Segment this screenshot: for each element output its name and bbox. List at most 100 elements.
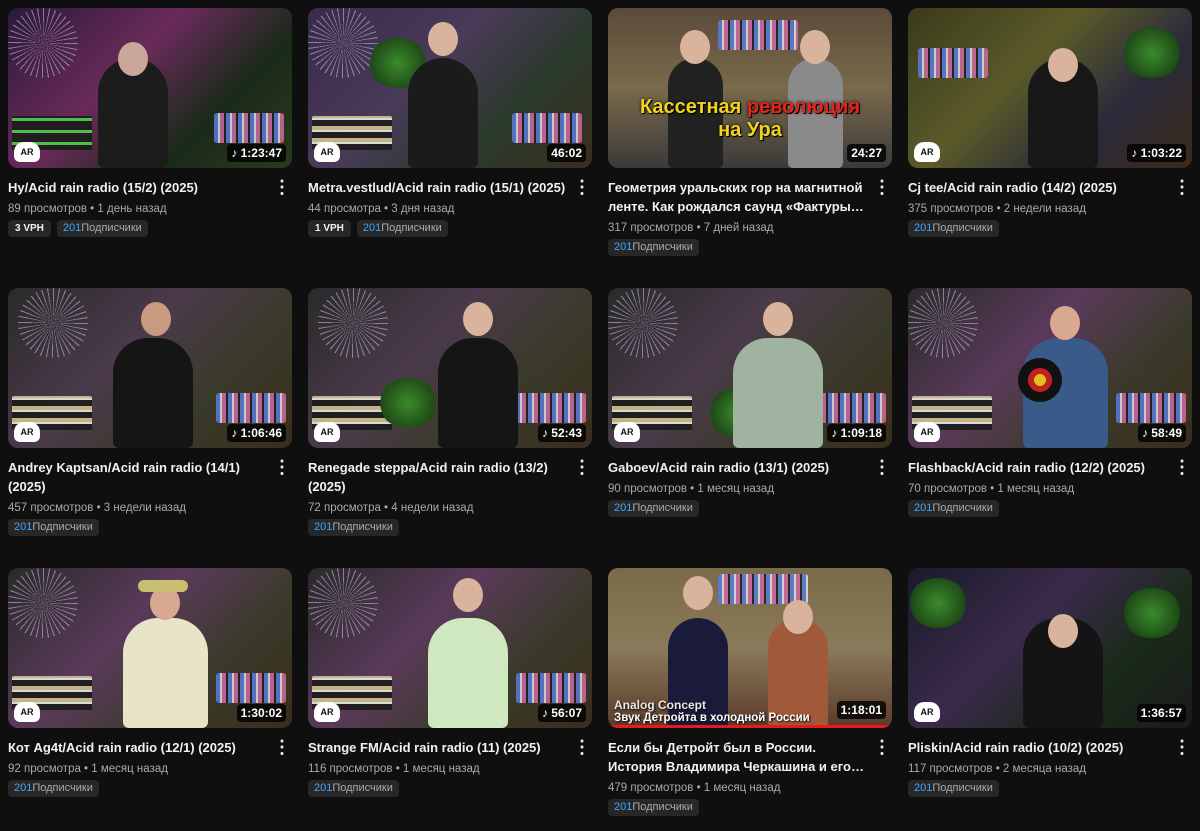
channel-logo-icon: AR (914, 422, 940, 442)
subscribers-badge: 201Подписчики (608, 239, 699, 256)
video-title[interactable]: Renegade steppa/Acid rain radio (13/2) (… (308, 458, 568, 496)
more-options-icon[interactable]: ⋮ (272, 738, 292, 760)
duration-badge: ♪ 52:43 (537, 424, 586, 442)
subscribers-count: 201 (614, 502, 633, 514)
more-options-icon[interactable]: ⋮ (872, 738, 892, 760)
subscribers-label: Подписчики (332, 521, 393, 533)
duration-badge: ♪ 1:23:47 (227, 144, 286, 162)
subscribers-badge: 201Подписчики (308, 780, 399, 797)
video-card[interactable]: AR ♪ 52:43 Renegade steppa/Acid rain rad… (308, 288, 592, 568)
video-thumbnail[interactable]: AR ♪ 1:06:46 (8, 288, 292, 448)
video-card[interactable]: AR 1:36:57 Pliskin/Acid rain radio (10/2… (908, 568, 1192, 831)
video-title[interactable]: Gaboev/Acid rain radio (13/1) (2025) (608, 458, 868, 477)
video-thumbnail[interactable]: AR ♪ 1:23:47 (8, 8, 292, 168)
video-stats: 479 просмотров • 1 месяц назад (608, 782, 781, 794)
subscribers-badge: 201Подписчики (908, 780, 999, 797)
duration-badge: ♪ 56:07 (537, 704, 586, 722)
channel-logo-icon: AR (314, 142, 340, 162)
thumbnail-overlay-text: Analog Concept Звук Детройта в холодной Р… (614, 698, 810, 724)
duration-badge: ♪ 1:09:18 (827, 424, 886, 442)
video-thumbnail[interactable]: AR ♪ 58:49 (908, 288, 1192, 448)
duration-badge: ♪ 1:03:22 (1127, 144, 1186, 162)
duration-badge: 46:02 (547, 144, 586, 162)
video-title[interactable]: Геометрия уральских гор на магнитной лен… (608, 178, 868, 216)
subscribers-count: 201 (614, 801, 633, 813)
subscribers-badge: 201Подписчики (608, 500, 699, 517)
video-card[interactable]: AR ♪ 1:23:47 Hy/Acid rain radio (15/2) (… (8, 8, 292, 288)
video-card[interactable]: AR 1:30:02 Кот Ag4t/Acid rain radio (12/… (8, 568, 292, 831)
video-stats: 457 просмотров • 3 недели назад (8, 502, 186, 514)
subscribers-badge: 201Подписчики (908, 220, 999, 237)
video-title[interactable]: Flashback/Acid rain radio (12/2) (2025) (908, 458, 1168, 477)
video-title[interactable]: Если бы Детройт был в России. История Вл… (608, 738, 868, 776)
video-card[interactable]: AR ♪ 58:49 Flashback/Acid rain radio (12… (908, 288, 1192, 568)
video-stats: 89 просмотров • 1 день назад (8, 203, 167, 215)
subscribers-count: 201 (62, 222, 82, 234)
vph-badge: 1 VPH (308, 220, 351, 237)
channel-logo-icon: AR (314, 422, 340, 442)
video-card[interactable]: AR ♪ 1:09:18 Gaboev/Acid rain radio (13/… (608, 288, 892, 568)
video-title[interactable]: Кот Ag4t/Acid rain radio (12/1) (2025) (8, 738, 268, 757)
more-options-icon[interactable]: ⋮ (872, 178, 892, 200)
subscribers-badge: 201Подписчики (908, 500, 999, 517)
subscribers-badge: 201Подписчики (608, 799, 699, 816)
video-title[interactable]: Metra.vestlud/Acid rain radio (15/1) (20… (308, 178, 568, 197)
subscribers-label: Подписчики (932, 222, 993, 234)
more-options-icon[interactable]: ⋮ (572, 178, 592, 200)
video-stats: 92 просмотра • 1 месяц назад (8, 763, 168, 775)
channel-logo-icon: AR (14, 142, 40, 162)
duration-badge: ♪ 58:49 (1137, 424, 1186, 442)
video-card[interactable]: AR ♪ 1:03:22 Cj tee/Acid rain radio (14/… (908, 8, 1192, 288)
video-title[interactable]: Hy/Acid rain radio (15/2) (2025) (8, 178, 268, 197)
subscribers-label: Подписчики (632, 502, 693, 514)
video-stats: 117 просмотров • 2 месяца назад (908, 763, 1086, 775)
more-options-icon[interactable]: ⋮ (272, 178, 292, 200)
duration-badge: 1:36:57 (1136, 704, 1186, 722)
more-options-icon[interactable]: ⋮ (872, 458, 892, 480)
thumbnail-overlay-title: Кассетная революция на Ура (639, 96, 861, 141)
video-title[interactable]: Cj tee/Acid rain radio (14/2) (2025) (908, 178, 1168, 197)
channel-logo-icon: AR (14, 702, 40, 722)
subscribers-count: 201 (314, 521, 333, 533)
video-stats: 90 просмотров • 1 месяц назад (608, 483, 775, 495)
subscribers-badge: 201Подписчики (356, 220, 448, 237)
video-thumbnail[interactable]: AR 46:02 (308, 8, 592, 168)
duration-badge: 1:30:02 (236, 704, 286, 722)
more-options-icon[interactable]: ⋮ (272, 458, 292, 480)
more-options-icon[interactable]: ⋮ (1172, 178, 1192, 200)
video-grid: AR ♪ 1:23:47 Hy/Acid rain radio (15/2) (… (8, 8, 1192, 831)
video-thumbnail[interactable]: AR 1:30:02 (8, 568, 292, 728)
more-options-icon[interactable]: ⋮ (1172, 738, 1192, 760)
subscribers-label: Подписчики (632, 241, 693, 253)
video-stats: 317 просмотров • 7 дней назад (608, 222, 774, 234)
video-thumbnail[interactable]: Кассетная революция на Ура 24:27 (608, 8, 892, 168)
video-title[interactable]: Pliskin/Acid rain radio (10/2) (2025) (908, 738, 1168, 757)
video-thumbnail[interactable]: AR 1:36:57 (908, 568, 1192, 728)
video-thumbnail[interactable]: AR ♪ 56:07 (308, 568, 592, 728)
video-card[interactable]: AR 46:02 Metra.vestlud/Acid rain radio (… (308, 8, 592, 288)
subscribers-badge: 201Подписчики (8, 780, 99, 797)
duration-badge: 1:18:01 (836, 701, 886, 719)
video-card[interactable]: AR ♪ 56:07 Strange FM/Acid rain radio (1… (308, 568, 592, 831)
subscribers-count: 201 (614, 241, 633, 253)
video-thumbnail[interactable]: Analog Concept Звук Детройта в холодной Р… (608, 568, 892, 728)
vph-badge: 3 VPH (8, 220, 51, 237)
more-options-icon[interactable]: ⋮ (1172, 458, 1192, 480)
channel-logo-icon: AR (914, 142, 940, 162)
video-card[interactable]: Analog Concept Звук Детройта в холодной Р… (608, 568, 892, 831)
video-title[interactable]: Strange FM/Acid rain radio (11) (2025) (308, 738, 568, 757)
video-thumbnail[interactable]: AR ♪ 52:43 (308, 288, 592, 448)
video-title[interactable]: Andrey Kaptsan/Acid rain radio (14/1) (2… (8, 458, 268, 496)
more-options-icon[interactable]: ⋮ (572, 458, 592, 480)
video-thumbnail[interactable]: AR ♪ 1:09:18 (608, 288, 892, 448)
subscribers-count: 201 (314, 782, 333, 794)
video-thumbnail[interactable]: AR ♪ 1:03:22 (908, 8, 1192, 168)
subscribers-label: Подписчики (632, 801, 693, 813)
subscribers-count: 201 (362, 222, 382, 234)
video-stats: 72 просмотра • 4 недели назад (308, 502, 474, 514)
more-options-icon[interactable]: ⋮ (572, 738, 592, 760)
video-card[interactable]: Кассетная революция на Ура 24:27 Геометри… (608, 8, 892, 288)
video-card[interactable]: AR ♪ 1:06:46 Andrey Kaptsan/Acid rain ra… (8, 288, 292, 568)
channel-logo-icon: AR (314, 702, 340, 722)
video-stats: 70 просмотров • 1 месяц назад (908, 483, 1075, 495)
